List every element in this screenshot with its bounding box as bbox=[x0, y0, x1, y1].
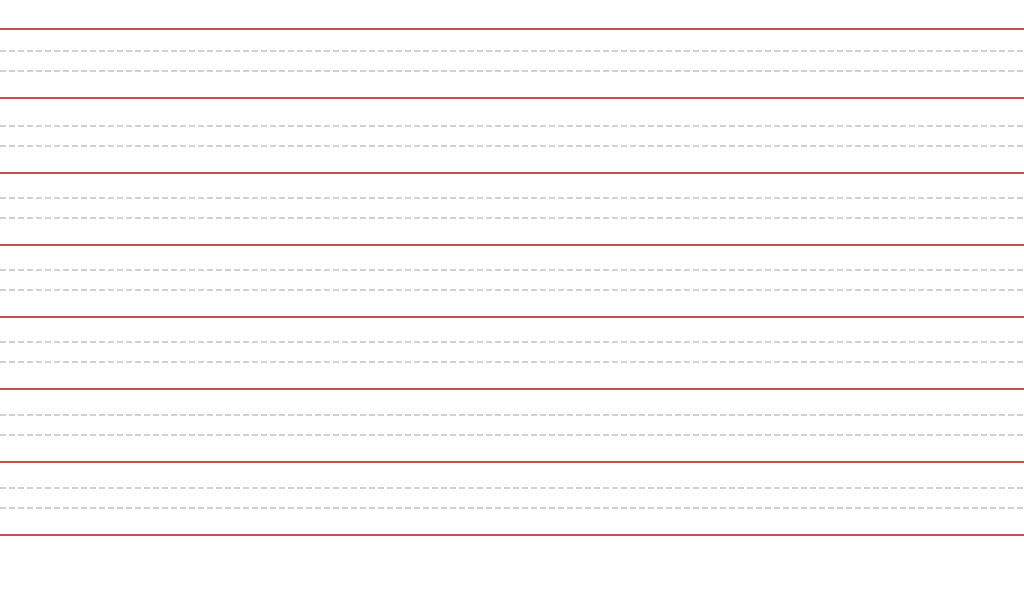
writing-practice-sheet bbox=[0, 0, 1024, 589]
ruled-lines bbox=[0, 28, 1024, 536]
